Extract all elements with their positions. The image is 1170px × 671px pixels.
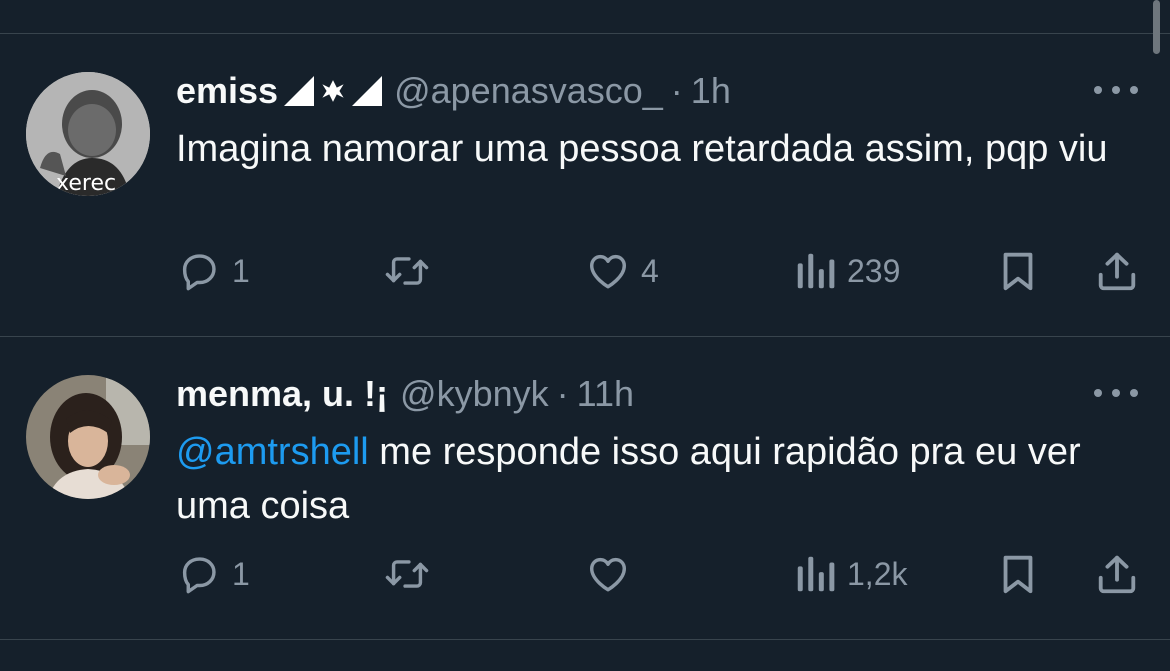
action-bar: 1 1,2k — [0, 549, 1170, 599]
dot-icon — [1094, 86, 1102, 94]
views-button[interactable]: 1,2k — [793, 549, 907, 599]
dot-icon — [1130, 86, 1138, 94]
dot-icon — [1130, 389, 1138, 397]
flag-vasco-icon — [352, 76, 383, 106]
handle[interactable]: @apenasvasco_ — [394, 64, 663, 118]
maltese-cross-icon — [318, 76, 349, 106]
tweet[interactable]: menma, u. !¡ @kybnyk · 11h @amtrshell me… — [0, 337, 1170, 640]
tweet[interactable]: xerec emiss @apenasvasco_ · 1h Imagina n… — [0, 34, 1170, 337]
view-count: 1,2k — [847, 555, 908, 592]
timeline: xerec emiss @apenasvasco_ · 1h Imagina n… — [0, 0, 1170, 671]
retweet-icon — [385, 257, 429, 285]
like-button[interactable] — [585, 549, 641, 599]
share-button[interactable] — [1094, 246, 1140, 296]
dot-icon — [1112, 389, 1120, 397]
views-icon — [797, 253, 835, 289]
like-button[interactable]: 4 — [585, 246, 659, 296]
flag-vasco-icon — [284, 76, 315, 106]
avatar[interactable]: xerec — [26, 72, 150, 196]
action-bar: 1 4 239 — [0, 246, 1170, 296]
dot-icon — [1094, 389, 1102, 397]
bookmark-icon — [1003, 252, 1033, 291]
reply-icon — [182, 254, 216, 291]
bookmark-icon — [1003, 555, 1033, 594]
views-button[interactable]: 239 — [793, 246, 900, 296]
share-icon — [1098, 252, 1136, 291]
heart-icon — [589, 557, 627, 592]
tweet-header: emiss @apenasvasco_ · 1h — [176, 64, 731, 118]
reply-count: 1 — [232, 555, 250, 592]
reply-icon — [182, 557, 216, 594]
retweet-icon — [385, 560, 429, 588]
tweet-text-part: Imagina namorar uma pessoa retardada ass… — [176, 128, 1108, 170]
handle[interactable]: @kybnyk — [400, 367, 549, 421]
avatar-caption: xerec — [56, 171, 116, 196]
tweet-header: menma, u. !¡ @kybnyk · 11h — [176, 367, 634, 421]
display-name[interactable]: menma, u. !¡ — [176, 367, 388, 421]
display-name[interactable]: emiss — [176, 64, 278, 118]
more-options-button[interactable] — [1094, 383, 1138, 403]
view-count: 239 — [847, 252, 901, 289]
mention-link[interactable]: @amtrshell — [176, 431, 369, 473]
reply-button[interactable]: 1 — [176, 549, 250, 599]
more-options-button[interactable] — [1094, 80, 1138, 100]
bookmark-button[interactable] — [998, 549, 1038, 599]
timestamp[interactable]: 11h — [577, 367, 634, 421]
share-button[interactable] — [1094, 549, 1140, 599]
tweet-text: @amtrshell me responde isso aqui rapidão… — [176, 425, 1146, 533]
reply-button[interactable]: 1 — [176, 246, 250, 296]
retweet-button[interactable] — [382, 549, 442, 599]
separator: · — [556, 373, 569, 414]
heart-icon — [589, 254, 627, 289]
share-icon — [1098, 555, 1136, 594]
bookmark-button[interactable] — [998, 246, 1038, 296]
tweet-text: Imagina namorar uma pessoa retardada ass… — [176, 122, 1146, 176]
avatar[interactable] — [26, 375, 150, 499]
separator: · — [670, 70, 683, 111]
timestamp[interactable]: 1h — [691, 64, 731, 118]
retweet-button[interactable] — [382, 246, 442, 296]
like-count: 4 — [641, 252, 659, 289]
reply-count: 1 — [232, 252, 250, 289]
dot-icon — [1112, 86, 1120, 94]
name-badges — [284, 76, 383, 106]
views-icon — [797, 556, 835, 592]
